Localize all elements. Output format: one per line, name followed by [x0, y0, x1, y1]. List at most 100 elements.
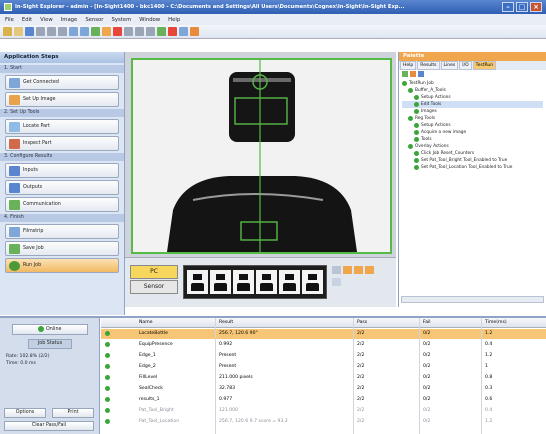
refresh-icon[interactable]	[418, 71, 424, 77]
menu-file[interactable]: File	[5, 17, 14, 23]
maximize-icon[interactable]: □	[516, 2, 528, 12]
tab-testrun[interactable]: TestRun	[472, 61, 497, 70]
col-time[interactable]: Time(ms)	[485, 320, 507, 325]
help-icon[interactable]	[190, 27, 199, 36]
col-name[interactable]: Name	[139, 320, 153, 325]
add-icon[interactable]	[332, 278, 341, 286]
section-finish[interactable]: 4. Finish	[0, 214, 124, 222]
step-get-connected[interactable]: Get Connected	[5, 75, 119, 90]
menu-image[interactable]: Image	[61, 17, 78, 23]
add-icon[interactable]	[402, 71, 408, 77]
zoom-fit-icon[interactable]	[146, 27, 155, 36]
zoom-in-icon[interactable]	[124, 27, 133, 36]
table-row[interactable]: Edge_1 Present 2/2 0/2 1.2	[101, 351, 546, 361]
col-pass[interactable]: Pass	[357, 320, 367, 325]
row-pass: 2/2	[357, 386, 365, 391]
tree-item[interactable]: TestRun Job	[402, 80, 543, 87]
menu-window[interactable]: Window	[139, 17, 160, 23]
cut-icon[interactable]	[36, 27, 45, 36]
tree-item[interactable]: Edit Tools	[402, 101, 543, 108]
step-locate-part[interactable]: Locate Part	[5, 119, 119, 134]
tree-item[interactable]: Buffer_A_Tools	[402, 87, 543, 94]
tree-item[interactable]: Reg Tools	[402, 115, 543, 122]
menu-help[interactable]: Help	[168, 17, 180, 23]
menu-edit[interactable]: Edit	[22, 17, 32, 23]
play-icon[interactable]	[354, 266, 363, 274]
step-filmstrip[interactable]: Filmstrip	[5, 224, 119, 239]
palette-icon[interactable]	[168, 27, 177, 36]
pass-icon	[105, 397, 110, 402]
tab-help[interactable]: Help	[400, 61, 417, 70]
print-button[interactable]: Print	[52, 408, 94, 418]
thumbnail[interactable]	[233, 270, 254, 294]
thumbnail[interactable]	[256, 270, 277, 294]
tree-item[interactable]: Tools	[402, 136, 543, 143]
clear-pass-fail-button[interactable]: Clear Pass/Fail	[4, 421, 94, 431]
settings-icon[interactable]	[179, 27, 188, 36]
col-fail[interactable]: Fail	[423, 320, 431, 325]
record-icon[interactable]	[113, 27, 122, 36]
copy-icon[interactable]	[47, 27, 56, 36]
next-icon[interactable]	[365, 266, 374, 274]
table-row[interactable]: LocateBottle 256.7, 120.6 90° 2/2 0/2 1.…	[101, 329, 546, 339]
tree-item[interactable]: Setup Actions	[402, 94, 543, 101]
step-run-job[interactable]: Run Job	[5, 258, 119, 273]
section-configure-results[interactable]: 3. Configure Results	[0, 153, 124, 161]
step-communication[interactable]: Communication	[5, 197, 119, 212]
camera-image-view[interactable]	[131, 58, 392, 254]
table-row[interactable]: Edge_2 Present 2/2 0/2 1	[101, 362, 546, 372]
thumbnail[interactable]	[302, 270, 323, 294]
step-set-up-image[interactable]: Set Up Image	[5, 92, 119, 107]
redo-icon[interactable]	[80, 27, 89, 36]
first-icon[interactable]	[332, 266, 341, 274]
tree-item[interactable]: Set Pat_Tool_Location Tool_Enabled to Tr…	[402, 164, 543, 171]
section-set-up-tools[interactable]: 2. Set Up Tools	[0, 109, 124, 117]
table-row[interactable]: FillLevel 211.000 pixels 2/2 0/2 0.8	[101, 373, 546, 383]
thumbnail[interactable]	[187, 270, 208, 294]
new-icon[interactable]	[3, 27, 12, 36]
tree-item[interactable]: Click Job Reset_Counters	[402, 150, 543, 157]
table-row[interactable]: EquipPresence 0.992 2/2 0/2 0.4	[101, 340, 546, 350]
tree-item[interactable]: Images	[402, 108, 543, 115]
table-row[interactable]: results_1 0.977 2/2 0/2 0.6	[101, 395, 546, 405]
tree-item[interactable]: Acquire a new image	[402, 129, 543, 136]
tree-item[interactable]: Overlay Actions	[402, 143, 543, 150]
tree-item[interactable]: Set Pat_Tool_Bright Tool_Enabled to True	[402, 157, 543, 164]
zoom-out-icon[interactable]	[135, 27, 144, 36]
options-button[interactable]: Options	[4, 408, 46, 418]
col-result[interactable]: Result	[219, 320, 233, 325]
tree-item[interactable]: Setup Actions	[402, 122, 543, 129]
horizontal-scrollbar[interactable]	[401, 296, 544, 303]
minimize-icon[interactable]: –	[502, 2, 514, 12]
menu-view[interactable]: View	[40, 17, 53, 23]
table-row[interactable]: SealCheck 32.783 2/2 0/2 0.3	[101, 384, 546, 394]
table-row[interactable]: Pat_Tool_Bright 121.000 2/2 0/2 0.4	[101, 406, 546, 416]
step-inputs[interactable]: Inputs	[5, 163, 119, 178]
online-icon[interactable]	[91, 27, 100, 36]
prev-icon[interactable]	[343, 266, 352, 274]
menu-system[interactable]: System	[111, 17, 131, 23]
trigger-icon[interactable]	[102, 27, 111, 36]
job-status-tab[interactable]: Job Status	[28, 339, 72, 349]
undo-icon[interactable]	[69, 27, 78, 36]
open-icon[interactable]	[14, 27, 23, 36]
close-icon[interactable]: ×	[530, 2, 542, 12]
step-outputs[interactable]: Outputs	[5, 180, 119, 195]
table-row[interactable]: Pat_Tool_Location 256.7, 120.6 9.7 score…	[101, 417, 546, 427]
tab-results[interactable]: Results	[417, 61, 440, 70]
online-button[interactable]: Online	[12, 324, 88, 335]
thumbnail[interactable]	[279, 270, 300, 294]
pc-button[interactable]: PC	[130, 265, 178, 279]
save-icon[interactable]	[25, 27, 34, 36]
paste-icon[interactable]	[58, 27, 67, 36]
step-save-job[interactable]: Save Job	[5, 241, 119, 256]
menu-sensor[interactable]: Sensor	[85, 17, 103, 23]
tab-io[interactable]: I/O	[459, 61, 472, 70]
sensor-button[interactable]: Sensor	[130, 280, 178, 294]
tab-lines[interactable]: Lines	[440, 61, 459, 70]
thumbnail[interactable]	[210, 270, 231, 294]
step-inspect-part[interactable]: Inspect Part	[5, 136, 119, 151]
section-start[interactable]: 1. Start	[0, 65, 124, 73]
edit-icon[interactable]	[410, 71, 416, 77]
grid-icon[interactable]	[157, 27, 166, 36]
